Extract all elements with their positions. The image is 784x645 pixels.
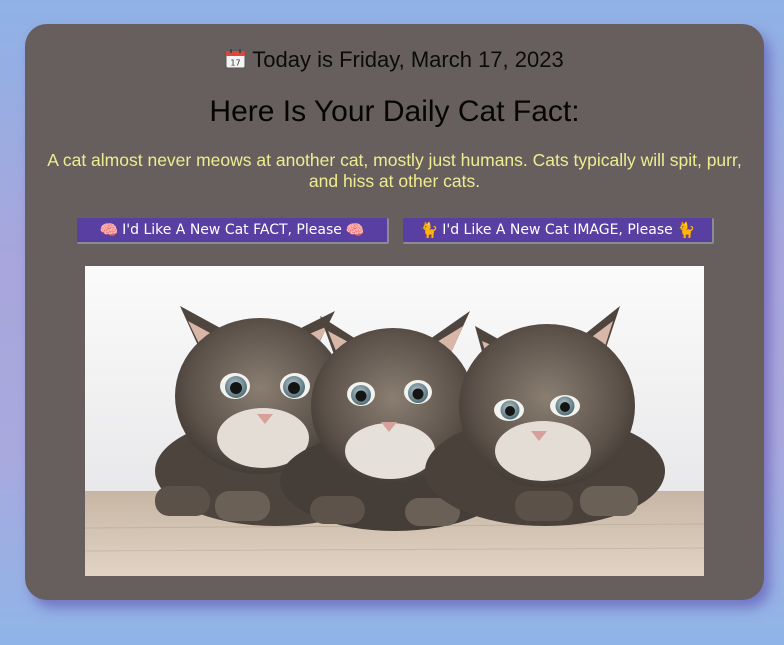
brain-icon: 🧠 (99, 221, 119, 239)
date-line: 17 Today is Friday, March 17, 2023 (25, 46, 764, 74)
cat-fact-text: A cat almost never meows at another cat,… (47, 150, 742, 191)
cat-fact-card: 17 Today is Friday, March 17, 2023 Here … (25, 24, 764, 600)
calendar-icon: 17 (225, 48, 246, 69)
page-title: Here Is Your Daily Cat Fact: (209, 95, 580, 128)
brain-icon: 🧠 (345, 221, 365, 239)
cat-icon: 🐈 (419, 221, 439, 239)
new-fact-button[interactable]: 🧠 I'd Like A New Cat FACT, Please 🧠 (77, 218, 389, 244)
cat-image (85, 266, 704, 576)
date-text: Today is Friday, March 17, 2023 (252, 47, 564, 72)
new-fact-button-label: I'd Like A New Cat FACT, Please (122, 222, 342, 238)
new-image-button-label: I'd Like A New Cat IMAGE, Please (442, 222, 673, 238)
new-image-button[interactable]: 🐈 I'd Like A New Cat IMAGE, Please 🐈 (403, 218, 714, 244)
svg-text:17: 17 (231, 59, 241, 68)
cat-icon: 🐈 (676, 221, 696, 239)
